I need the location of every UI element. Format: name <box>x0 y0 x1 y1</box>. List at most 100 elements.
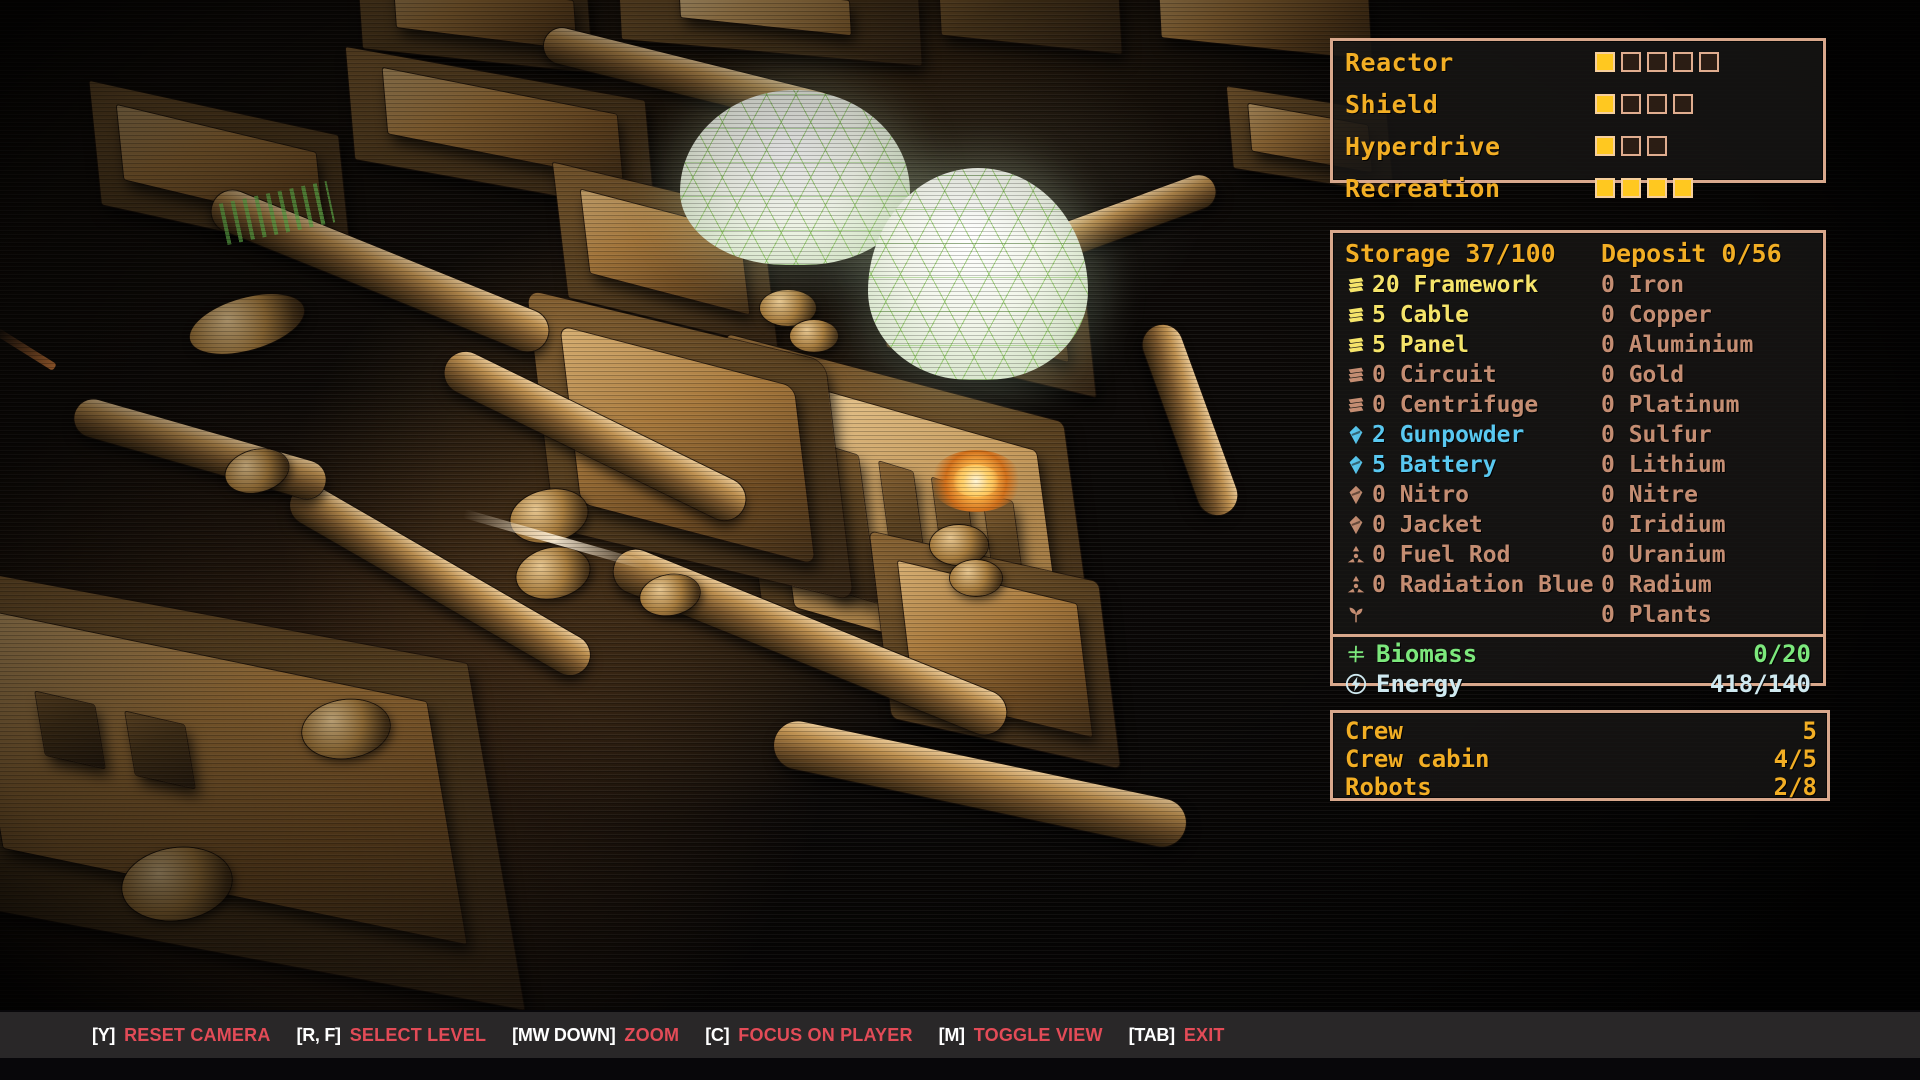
pip-filled <box>1647 178 1667 198</box>
hotkey-action: RESET CAMERA <box>124 1024 271 1045</box>
deposit-item: 0 Iridium <box>1601 510 1823 540</box>
storage-item: 5 Battery <box>1345 450 1601 480</box>
system-label: Recreation <box>1345 173 1501 203</box>
systems-panel: Reactor Shield Hyperdrive Recreation <box>1330 38 1826 203</box>
deposit-item-label: 0 Iridium <box>1601 512 1726 538</box>
storage-item-label: 5 Cable <box>1372 302 1469 328</box>
crew-row: Robots 2/8 <box>1333 773 1827 801</box>
deposit-item: 0 Copper <box>1601 300 1823 330</box>
system-row-shield: Shield <box>1333 83 1823 125</box>
storage-item-label: 0 Fuel Rod <box>1372 542 1511 568</box>
system-label: Hyperdrive <box>1345 131 1501 161</box>
pip-filled <box>1595 178 1615 198</box>
storage-item-label: 5 Battery <box>1372 452 1497 478</box>
pip-filled <box>1621 178 1641 198</box>
system-row-hyperdrive: Hyperdrive <box>1333 125 1823 167</box>
pip-filled <box>1595 52 1615 72</box>
reactor-core-glow <box>952 465 1000 497</box>
hotkey-select-level[interactable]: [R, F] SELECT LEVEL <box>297 1025 487 1046</box>
storage-item-label: 2 Gunpowder <box>1372 422 1525 448</box>
deposit-item-label: 0 Copper <box>1601 302 1712 328</box>
pip-filled <box>1673 178 1693 198</box>
crew-value: 4/5 <box>1773 745 1817 773</box>
biodome <box>680 90 910 265</box>
storage-item: 0 Fuel Rod <box>1345 540 1601 570</box>
storage-header: Storage 37/100 <box>1345 239 1556 268</box>
deposit-item-label: 0 Plants <box>1601 602 1712 628</box>
deposit-item: 0 Sulfur <box>1601 420 1823 450</box>
system-level-pips <box>1595 94 1693 114</box>
total-label: Biomass <box>1376 640 1478 668</box>
storage-item: 20 Framework <box>1345 270 1601 300</box>
resources-panel: Storage 37/100 Deposit 0/56 20 Framework… <box>1330 230 1826 698</box>
hotkey-key: [Y] <box>92 1024 116 1045</box>
hotkey-bar: [Y] RESET CAMERA [R, F] SELECT LEVEL [MW DOW… <box>0 1012 1920 1058</box>
pip-filled <box>1595 94 1615 114</box>
deposit-item-label: 0 Radium <box>1601 572 1712 598</box>
hotkey-focus-on-player[interactable]: [C] FOCUS ON PLAYER <box>705 1025 912 1046</box>
deposit-item-label: 0 Gold <box>1601 362 1685 388</box>
deposit-item-label: 0 Sulfur <box>1601 422 1712 448</box>
system-label: Shield <box>1345 89 1439 119</box>
storage-list: 20 Framework 5 Cable 5 Panel 0 Circuit 0 Cen… <box>1345 270 1601 630</box>
storage-item: 0 Jacket <box>1345 510 1601 540</box>
airlock-hatch <box>930 525 988 565</box>
hotkey-key: [MW DOWN] <box>512 1024 616 1045</box>
system-label: Reactor <box>1345 47 1454 77</box>
deposit-item: 0 Platinum <box>1601 390 1823 420</box>
storage-item-label: 0 Radiation Blue <box>1372 572 1594 598</box>
storage-item: 2 Gunpowder <box>1345 420 1601 450</box>
hotkey-reset-camera[interactable]: [Y] RESET CAMERA <box>92 1025 271 1046</box>
biomass-icon <box>1345 643 1367 665</box>
hotkey-action: TOGGLE VIEW <box>973 1024 1103 1045</box>
pip-empty <box>1699 52 1719 72</box>
totals-list: Biomass 0/20 Energy 418/140 <box>1333 637 1823 699</box>
corridor-tube <box>69 394 331 504</box>
pip-empty <box>1673 94 1693 114</box>
crew-value: 2/8 <box>1773 773 1817 801</box>
hotkey-key: [R, F] <box>296 1024 341 1045</box>
deposit-item-label: 0 Platinum <box>1601 392 1740 418</box>
storage-item-label: 0 Jacket <box>1372 512 1483 538</box>
storage-item: 5 Cable <box>1345 300 1601 330</box>
system-level-pips <box>1595 178 1693 198</box>
storage-item: 0 Radiation Blue <box>1345 570 1601 600</box>
total-label: Energy <box>1376 670 1463 698</box>
stack-icon <box>1345 364 1367 386</box>
deposit-item: 0 Aluminium <box>1601 330 1823 360</box>
deposit-item-label: 0 Aluminium <box>1601 332 1754 358</box>
hotkey-key: [C] <box>705 1024 730 1045</box>
stack-icon <box>1345 274 1367 296</box>
hotkey-toggle-view[interactable]: [M] TOGGLE VIEW <box>939 1025 1103 1046</box>
hotkey-zoom[interactable]: [MW DOWN] ZOOM <box>512 1025 679 1046</box>
crystal-icon <box>1345 514 1367 536</box>
crew-value: 5 <box>1802 717 1817 745</box>
plant-icon <box>1345 604 1367 626</box>
deposit-list: 0 Iron 0 Copper 0 Aluminium 0 Gold 0 Platinu… <box>1601 270 1823 630</box>
deposit-item: 0 Nitre <box>1601 480 1823 510</box>
deposit-item: 0 Radium <box>1601 570 1823 600</box>
pip-empty <box>1647 94 1667 114</box>
deposit-item-label: 0 Nitre <box>1601 482 1698 508</box>
hotkey-action: SELECT LEVEL <box>349 1024 487 1045</box>
stack-icon <box>1345 304 1367 326</box>
system-level-pips <box>1595 136 1667 156</box>
storage-item: 5 Panel <box>1345 330 1601 360</box>
crystal-icon <box>1345 484 1367 506</box>
crystal-icon <box>1345 424 1367 446</box>
stack-icon <box>1345 394 1367 416</box>
crew-row: Crew cabin 4/5 <box>1333 745 1827 773</box>
storage-item-label: 0 Centrifuge <box>1372 392 1539 418</box>
hull-plate <box>938 0 1122 54</box>
pip-empty <box>1673 52 1693 72</box>
pip-filled <box>1595 136 1615 156</box>
hotkey-key: [TAB] <box>1128 1024 1175 1045</box>
hotkey-exit[interactable]: [TAB] EXIT <box>1129 1025 1225 1046</box>
total-row-energy: Energy 418/140 <box>1345 669 1811 699</box>
corridor-tube <box>1137 319 1243 521</box>
system-row-reactor: Reactor <box>1333 41 1823 83</box>
light-beam <box>0 327 57 371</box>
storage-item-label: 5 Panel <box>1372 332 1469 358</box>
storage-item-label: 20 Framework <box>1372 272 1539 298</box>
pip-empty <box>1621 52 1641 72</box>
